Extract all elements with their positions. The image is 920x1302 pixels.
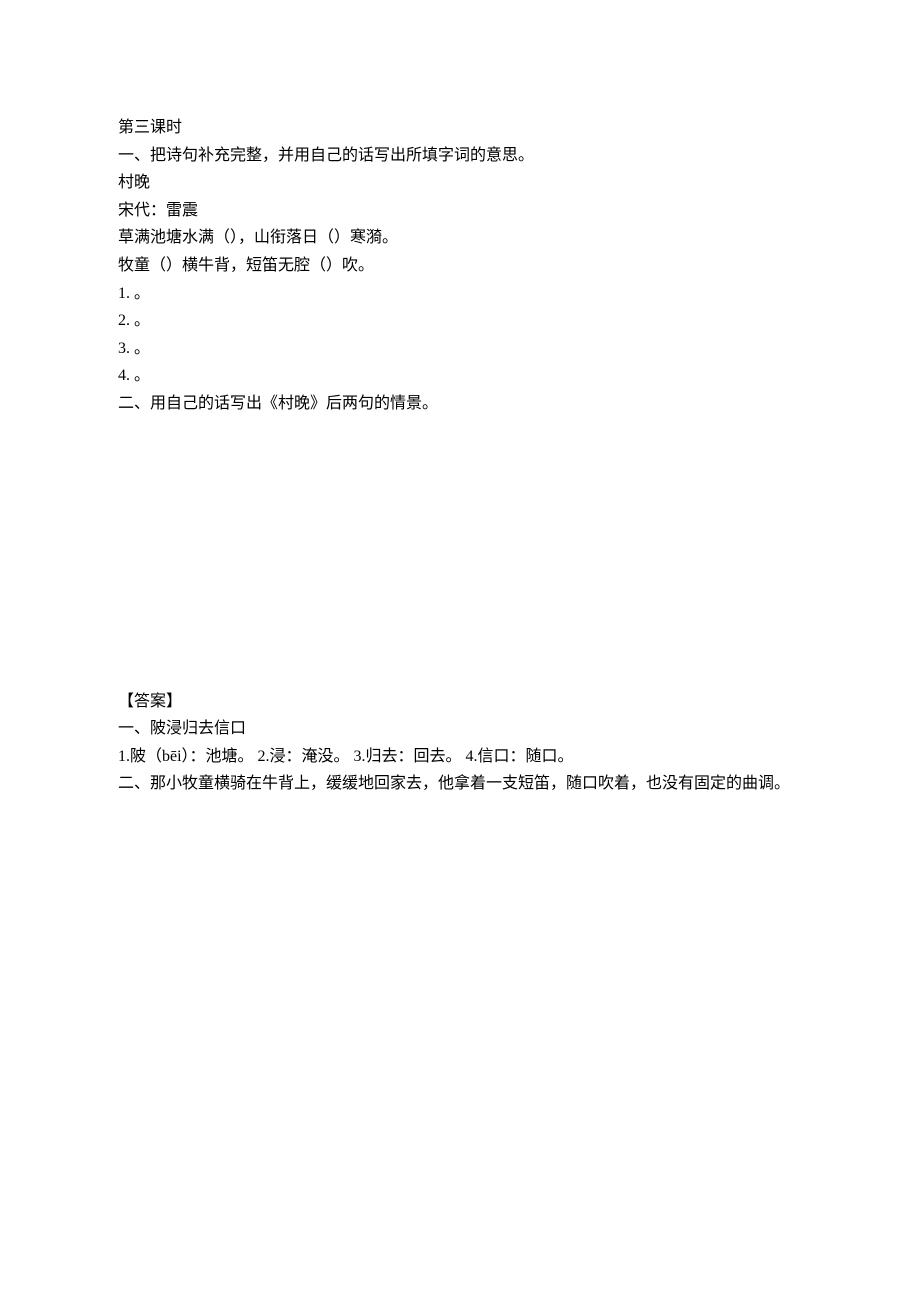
blank-space: [118, 419, 802, 689]
answer-q1-main: 一、陂浸归去信口: [118, 716, 802, 742]
question-1-intro: 一、把诗句补充完整，并用自己的话写出所填字词的意思。: [118, 143, 802, 169]
lesson-heading: 第三课时: [118, 115, 802, 141]
answer-label: 【答案】: [118, 689, 802, 715]
q1-item-1: 1. 。: [118, 281, 802, 307]
poem-line-1: 草满池塘水满（），山衔落日（）寒漪。: [118, 225, 802, 251]
poem-title: 村晚: [118, 170, 802, 196]
answer-q1-detail: 1.陂（bēi）：池塘。 2.浸：淹没。 3.归去：回去。 4.信口：随口。: [118, 744, 802, 770]
answer-q2: 二、那小牧童横骑在牛背上，缓缓地回家去，他拿着一支短笛，随口吹着，也没有固定的曲…: [118, 771, 802, 797]
q1-item-2: 2. 。: [118, 308, 802, 334]
q1-item-4: 4. 。: [118, 363, 802, 389]
q1-item-3: 3. 。: [118, 336, 802, 362]
question-2-intro: 二、用自己的话写出《村晚》后两句的情景。: [118, 391, 802, 417]
poem-author: 宋代：雷震: [118, 198, 802, 224]
poem-line-2: 牧童（）横牛背，短笛无腔（）吹。: [118, 253, 802, 279]
